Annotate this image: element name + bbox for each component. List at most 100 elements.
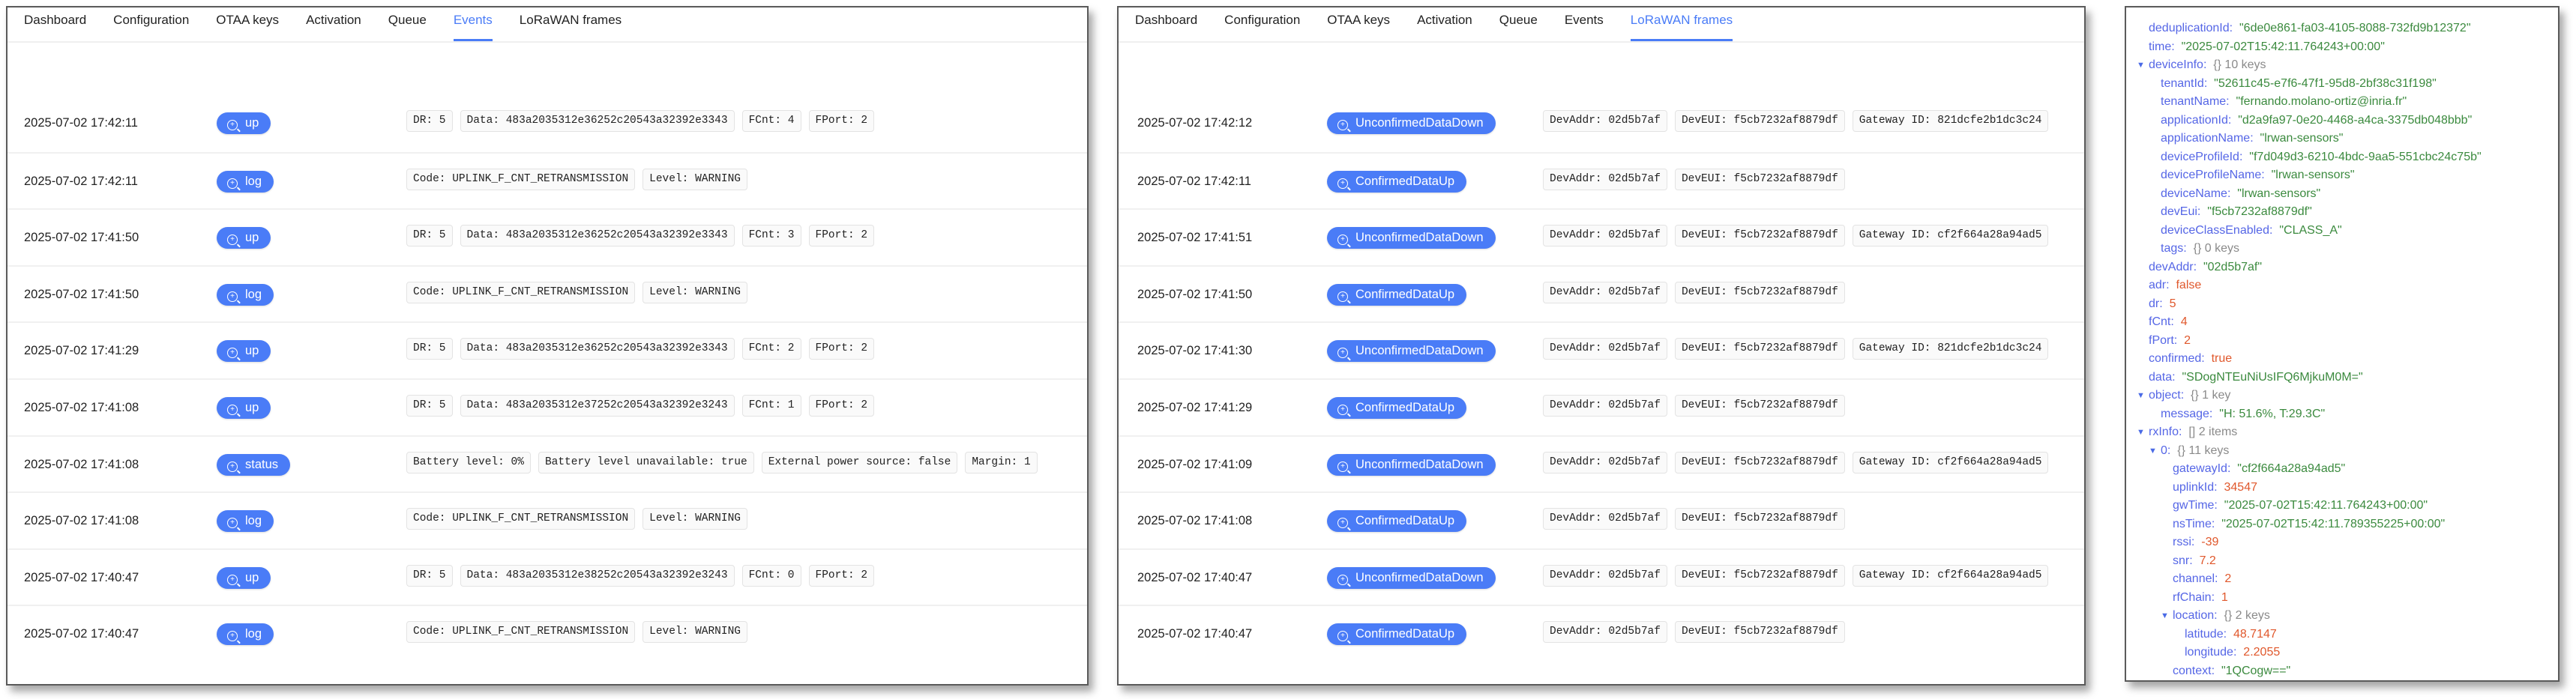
collapse-triangle-icon[interactable]: ▼ [2137,387,2145,405]
log-badge-button[interactable]: + log [217,623,274,646]
detail-chip: Data: 483a2035312e36252c20543a32392e3343 [460,225,735,247]
tab-lorawan-frames[interactable]: LoRaWAN frames [520,7,622,41]
tab-dashboard[interactable]: Dashboard [1135,7,1197,41]
json-key: devEui [2161,205,2197,218]
log-badge-button[interactable]: + log [217,283,274,306]
detail-chip: Level: WARNING [643,621,747,644]
json-entry-data: data: "SDogNTEuNiUsIFQ6MjkuM0M=" [2149,369,2363,387]
confirmeddataup-badge-button[interactable]: + ConfirmedDataUp [1327,396,1467,419]
json-value: 7.2 [2199,554,2216,567]
json-key: devAddr [2149,260,2194,273]
tab-activation[interactable]: Activation [1417,7,1472,41]
detail-chip: DevEUI: f5cb7232af8879df [1674,168,1845,190]
json-entry-0: 0: {} 11 keys [2161,442,2229,461]
list-item: 2025-07-02 17:42:12 + UnconfirmedDataDown D… [1119,95,2084,152]
json-colon: : [2227,462,2238,475]
up-badge-button[interactable]: + up [217,396,271,419]
unconfirmeddatadown-badge-button[interactable]: + UnconfirmedDataDown [1327,566,1496,589]
tab-queue[interactable]: Queue [388,7,427,41]
detail-chips: DR: 5 Data: 483a2035312e37252c20543a32392… [406,394,875,417]
badge-label: ConfirmedDataUp [1355,627,1455,641]
badge-label: log [245,174,262,188]
detail-chips: DevAddr: 02d5b7af DevEUI: f5cb7232af8879d… [1543,621,1845,644]
detail-chips: DevAddr: 02d5b7af DevEUI: f5cb7232af8879d… [1543,394,1845,417]
json-value: -39 [2201,536,2219,548]
up-badge-button[interactable]: + up [217,112,271,134]
status-badge-button[interactable]: + status [217,453,291,476]
json-colon: : [2203,58,2214,71]
detail-chip: DevEUI: f5cb7232af8879df [1674,564,1845,587]
unconfirmeddatadown-badge-button[interactable]: + UnconfirmedDataDown [1327,340,1496,363]
json-colon: : [2203,76,2215,90]
json-key: snr [2173,554,2190,567]
zoom-in-icon: + [227,291,238,302]
log-badge-button[interactable]: + log [217,510,274,533]
detail-chip: DevAddr: 02d5b7af [1543,168,1667,190]
json-value: [] 2 items [2188,426,2238,438]
confirmeddataup-badge-button[interactable]: + ConfirmedDataUp [1327,283,1467,306]
zoom-in-icon: + [227,574,238,585]
confirmeddataup-badge-button[interactable]: + ConfirmedDataUp [1327,170,1467,193]
log-badge-button[interactable]: + log [217,170,274,193]
detail-chips: DevAddr: 02d5b7af DevEUI: f5cb7232af8879d… [1543,225,2049,247]
json-colon: : [2173,333,2185,347]
badge-label: ConfirmedDataUp [1355,514,1455,528]
collapse-triangle-icon[interactable]: ▼ [2161,607,2169,626]
json-entry-gatewayid: gatewayId: "cf2f664a28a94ad5" [2173,460,2345,479]
timestamp: 2025-07-02 17:42:12 [1137,116,1253,130]
tab-activation[interactable]: Activation [306,7,361,41]
tab-dashboard[interactable]: Dashboard [24,7,86,41]
json-colon: : [2226,95,2236,108]
badge-label: up [245,116,259,130]
tab-configuration[interactable]: Configuration [1224,7,1300,41]
collapse-triangle-icon[interactable]: ▼ [2137,56,2145,75]
tab-configuration[interactable]: Configuration [113,7,189,41]
confirmeddataup-badge-button[interactable]: + ConfirmedDataUp [1327,623,1467,646]
confirmeddataup-badge-button[interactable]: + ConfirmedDataUp [1327,510,1467,533]
zoom-in-icon: + [1337,461,1348,472]
tab-otaa-keys[interactable]: OTAA keys [1327,7,1390,41]
json-entry-channel: channel: 2 [2173,570,2231,589]
unconfirmeddatadown-badge-button[interactable]: + UnconfirmedDataDown [1327,453,1496,476]
unconfirmeddatadown-badge-button[interactable]: + UnconfirmedDataDown [1327,227,1496,249]
tab-queue[interactable]: Queue [1499,7,1538,41]
json-colon: : [2193,260,2203,273]
json-entry-applicationname: applicationName: "lrwan-sensors" [2161,130,2343,148]
up-badge-button[interactable]: + up [217,227,271,249]
json-value: "f7d049d3-6210-4bdc-9aa5-551cbc24c75b" [2249,150,2482,163]
tab-otaa-keys[interactable]: OTAA keys [216,7,279,41]
json-entry-object: object: {} 1 key [2149,387,2230,405]
collapse-triangle-icon[interactable]: ▼ [2149,442,2157,461]
json-value: {} 11 keys [2177,444,2230,457]
detail-chips: DR: 5 Data: 483a2035312e38252c20543a32392… [406,564,875,587]
json-key: tags [2161,242,2184,255]
collapse-triangle-icon[interactable]: ▼ [2137,423,2145,442]
up-badge-button[interactable]: + up [217,566,271,589]
json-value: "lrwan-sensors" [2260,132,2344,145]
timestamp: 2025-07-02 17:41:50 [24,287,139,301]
unconfirmeddatadown-badge-button[interactable]: + UnconfirmedDataDown [1327,112,1496,134]
list-item: 2025-07-02 17:40:47 + ConfirmedDataUp DevAd… [1119,605,2084,662]
badge-label: up [245,570,259,584]
tab-events[interactable]: Events [453,7,493,41]
json-key: nsTime [2173,517,2212,530]
json-key: deviceProfileId [2161,150,2239,163]
tab-events[interactable]: Events [1565,7,1604,41]
detail-chip: Code: UPLINK_F_CNT_RETRANSMISSION [406,621,636,644]
json-entry-deviceclassenabled: deviceClassEnabled: "CLASS_A" [2161,222,2342,240]
detail-chip: Data: 483a2035312e37252c20543a32392e3243 [460,394,735,417]
up-badge-button[interactable]: + up [217,340,271,363]
json-value: "1QCogw==" [2221,664,2291,677]
json-colon: : [2233,646,2244,659]
json-entry-time: time: "2025-07-02T15:42:11.764243+00:00" [2149,38,2385,57]
json-entry-location: location: {} 2 keys [2173,607,2270,626]
badge-label: UnconfirmedDataDown [1355,457,1484,471]
json-key: rssi [2173,536,2191,548]
list-item: 2025-07-02 17:41:29 + up DR: 5 Data: 483a203… [7,321,1087,378]
json-entry-message: message: "H: 51.6%, T:29.3C" [2161,405,2325,424]
detail-chip: Level: WARNING [643,168,747,190]
json-entry-uplinkid: uplinkId: 34547 [2173,479,2257,497]
tab-lorawan-frames[interactable]: LoRaWAN frames [1630,7,1733,41]
detail-chip: Code: UPLINK_F_CNT_RETRANSMISSION [406,168,636,190]
detail-chip: DevAddr: 02d5b7af [1543,338,1667,360]
